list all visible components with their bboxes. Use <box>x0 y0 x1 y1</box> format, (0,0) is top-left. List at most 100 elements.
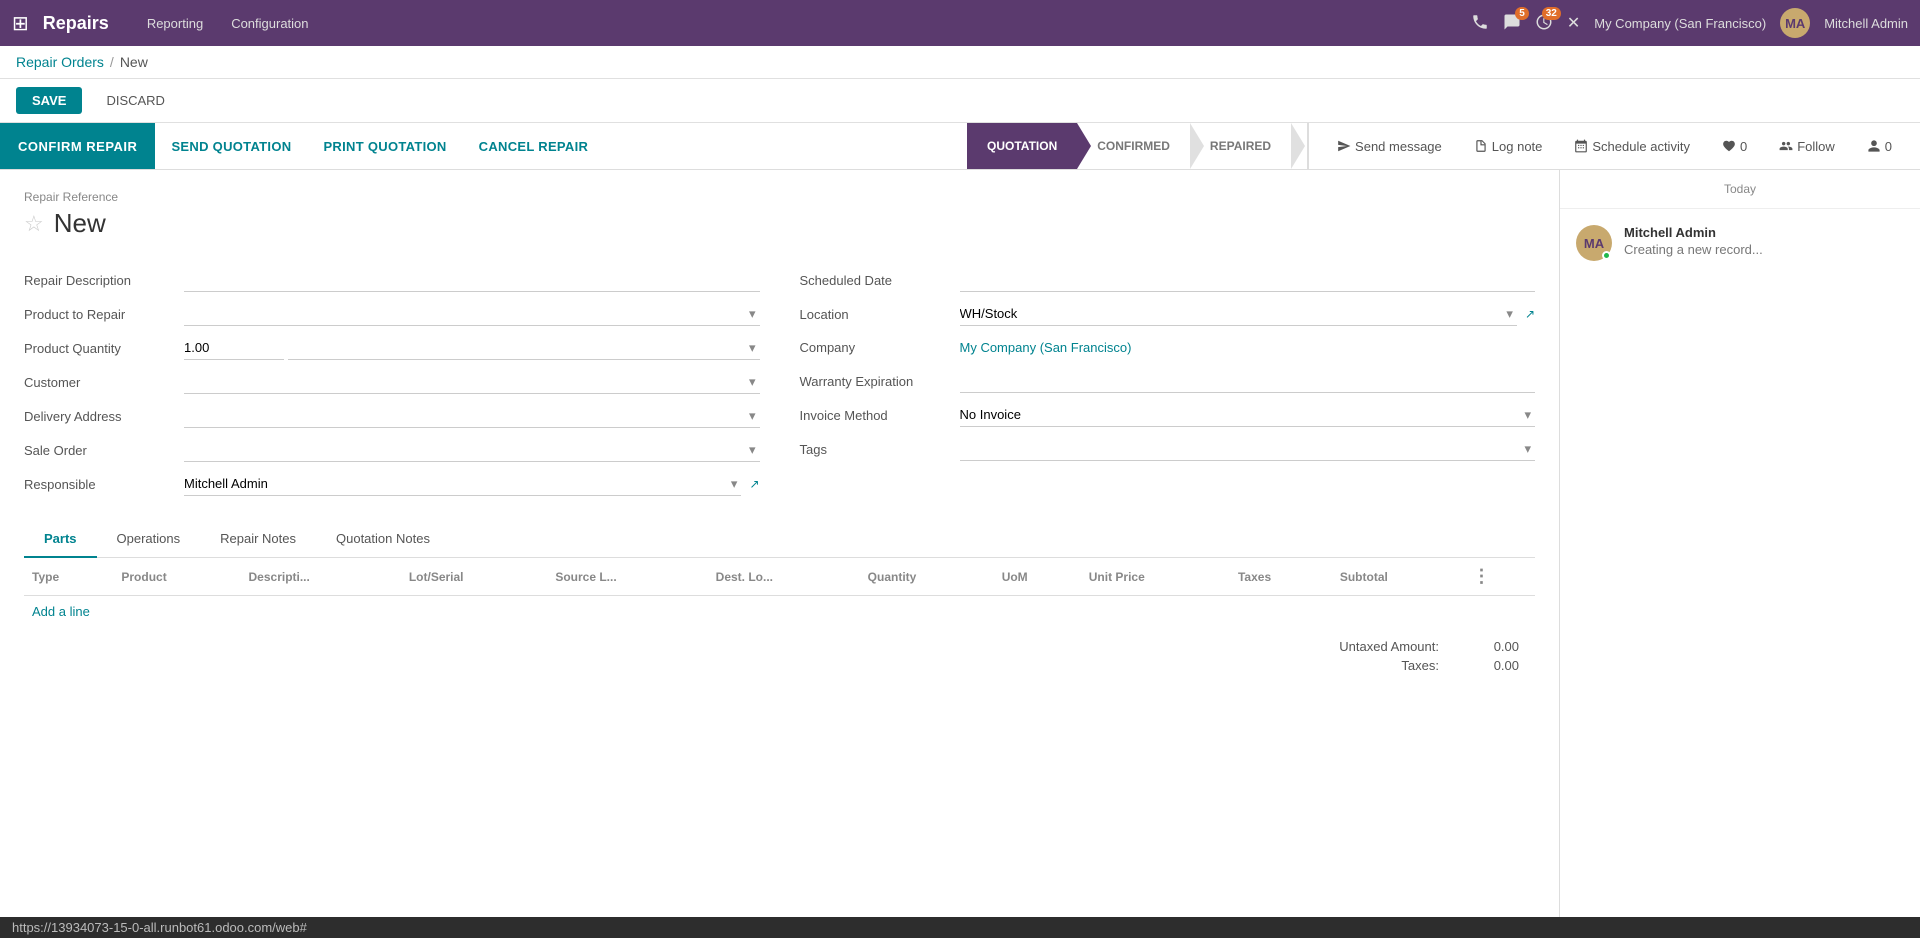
tab-repair-notes[interactable]: Repair Notes <box>200 521 316 558</box>
status-url: https://13934073-15-0-all.runbot61.odoo.… <box>12 920 307 935</box>
value-responsible: Mitchell Admin ↗ <box>184 472 760 496</box>
repair-title: ☆ New <box>24 208 1535 239</box>
add-line-button[interactable]: Add a line <box>24 596 98 627</box>
input-scheduled-date[interactable] <box>960 268 1536 292</box>
field-scheduled-date: Scheduled Date <box>800 263 1536 297</box>
table-options-icon[interactable]: ⋮ <box>1472 566 1490 586</box>
breadcrumb-parent[interactable]: Repair Orders <box>16 54 104 70</box>
select-location-wrapper: WH/Stock <box>960 302 1517 326</box>
label-product-to-repair: Product to Repair <box>24 307 184 322</box>
dropdown-location[interactable]: WH/Stock <box>960 302 1517 326</box>
send-quotation-button[interactable]: SEND QUOTATION <box>155 123 307 169</box>
select-tags-wrapper <box>960 437 1536 461</box>
input-warranty-expiration[interactable] <box>960 369 1536 393</box>
tab-operations[interactable]: Operations <box>97 521 201 558</box>
nav-reporting[interactable]: Reporting <box>137 12 213 35</box>
status-quotation[interactable]: QUOTATION <box>967 123 1077 169</box>
follow-button[interactable]: Follow <box>1767 123 1847 169</box>
select-invoice-method-wrapper: No Invoice <box>960 403 1536 427</box>
chatter-actions: Send message Log note Schedule activity … <box>1308 123 1920 169</box>
user-name[interactable]: Mitchell Admin <box>1824 16 1908 31</box>
col-actions: ⋮ <box>1464 558 1535 596</box>
dropdown-customer[interactable] <box>184 370 760 394</box>
company-name[interactable]: My Company (San Francisco) <box>1594 16 1766 31</box>
responsible-external-link[interactable]: ↗ <box>749 477 759 491</box>
tab-parts[interactable]: Parts <box>24 521 97 558</box>
message-avatar: MA <box>1576 225 1612 261</box>
app-grid-icon[interactable]: ⊞ <box>12 11 29 36</box>
dropdown-delivery-address[interactable] <box>184 404 760 428</box>
repair-ref-label: Repair Reference <box>24 190 1535 204</box>
followers-button[interactable]: 0 <box>1855 123 1904 169</box>
status-confirmed[interactable]: CONFIRMED <box>1077 123 1190 169</box>
input-repair-description[interactable] <box>184 268 760 292</box>
dropdown-invoice-method[interactable]: No Invoice <box>960 403 1536 427</box>
field-repair-description: Repair Description <box>24 263 760 297</box>
workflow-actions: CONFIRM REPAIR SEND QUOTATION PRINT QUOT… <box>0 123 951 169</box>
app-title[interactable]: Repairs <box>43 13 109 34</box>
messages-icon[interactable]: 5 <box>1503 13 1521 34</box>
field-invoice-method: Invoice Method No Invoice <box>800 398 1536 432</box>
like-button[interactable]: 0 <box>1710 123 1759 169</box>
form-left-column: Repair Description Product to Repair Pro… <box>24 263 760 501</box>
select-delivery-address <box>184 404 760 428</box>
message-text: Creating a new record... <box>1624 242 1904 257</box>
field-location: Location WH/Stock ↗ <box>800 297 1536 331</box>
nav-configuration[interactable]: Configuration <box>221 12 318 35</box>
phone-icon[interactable] <box>1471 13 1489 34</box>
label-product-quantity: Product Quantity <box>24 341 184 356</box>
send-message-button[interactable]: Send message <box>1325 123 1454 169</box>
input-product-quantity[interactable] <box>184 336 284 360</box>
col-dest-loc: Dest. Lo... <box>708 558 860 596</box>
taxes-value: 0.00 <box>1459 658 1519 673</box>
field-customer: Customer <box>24 365 760 399</box>
label-responsible: Responsible <box>24 477 184 492</box>
select-uom <box>288 336 760 360</box>
status-steps: QUOTATION CONFIRMED REPAIRED <box>951 123 1307 169</box>
field-sale-order: Sale Order <box>24 433 760 467</box>
field-tags: Tags <box>800 432 1536 466</box>
select-product-to-repair <box>184 302 760 326</box>
untaxed-amount-row: Untaxed Amount: 0.00 <box>1299 639 1519 654</box>
log-note-button[interactable]: Log note <box>1462 123 1555 169</box>
dropdown-uom[interactable] <box>288 336 760 360</box>
untaxed-amount-value: 0.00 <box>1459 639 1519 654</box>
save-button[interactable]: SAVE <box>16 87 82 114</box>
status-repaired[interactable]: REPAIRED <box>1190 123 1291 169</box>
schedule-activity-button[interactable]: Schedule activity <box>1562 123 1702 169</box>
top-navigation: ⊞ Repairs Reporting Configuration 5 32 ✕… <box>0 0 1920 46</box>
clock-icon[interactable]: 32 <box>1535 13 1553 34</box>
value-company[interactable]: My Company (San Francisco) <box>960 336 1132 359</box>
dropdown-product-to-repair[interactable] <box>184 302 760 326</box>
clock-badge: 32 <box>1542 7 1561 20</box>
user-avatar[interactable]: MA <box>1780 8 1810 38</box>
tab-quotation-notes[interactable]: Quotation Notes <box>316 521 450 558</box>
cancel-repair-button[interactable]: CANCEL REPAIR <box>463 123 605 169</box>
main-layout: Repair Reference ☆ New Repair Descriptio… <box>0 170 1920 932</box>
dropdown-responsible[interactable]: Mitchell Admin <box>184 472 741 496</box>
dropdown-sale-order[interactable] <box>184 438 760 462</box>
col-source-loc: Source L... <box>547 558 707 596</box>
close-icon[interactable]: ✕ <box>1567 13 1580 33</box>
col-taxes: Taxes <box>1230 558 1332 596</box>
label-repair-description: Repair Description <box>24 273 184 288</box>
parts-table: Type Product Descripti... Lot/Serial Sou… <box>24 558 1535 596</box>
dropdown-tags[interactable] <box>960 437 1536 461</box>
label-location: Location <box>800 307 960 322</box>
location-external-link[interactable]: ↗ <box>1525 307 1535 321</box>
label-sale-order: Sale Order <box>24 443 184 458</box>
col-type: Type <box>24 558 113 596</box>
col-unit-price: Unit Price <box>1081 558 1230 596</box>
field-product-quantity: Product Quantity <box>24 331 760 365</box>
label-delivery-address: Delivery Address <box>24 409 184 424</box>
breadcrumb-current: New <box>120 54 148 70</box>
value-warranty-expiration <box>960 369 1536 393</box>
confirm-repair-button[interactable]: CONFIRM REPAIR <box>0 123 155 169</box>
col-quantity: Quantity <box>860 558 994 596</box>
label-scheduled-date: Scheduled Date <box>800 273 960 288</box>
favorite-star-icon[interactable]: ☆ <box>24 211 44 237</box>
chatter-message: MA Mitchell Admin Creating a new record.… <box>1560 209 1920 277</box>
discard-button[interactable]: DISCARD <box>90 87 181 114</box>
col-description: Descripti... <box>241 558 401 596</box>
print-quotation-button[interactable]: PRINT QUOTATION <box>307 123 462 169</box>
